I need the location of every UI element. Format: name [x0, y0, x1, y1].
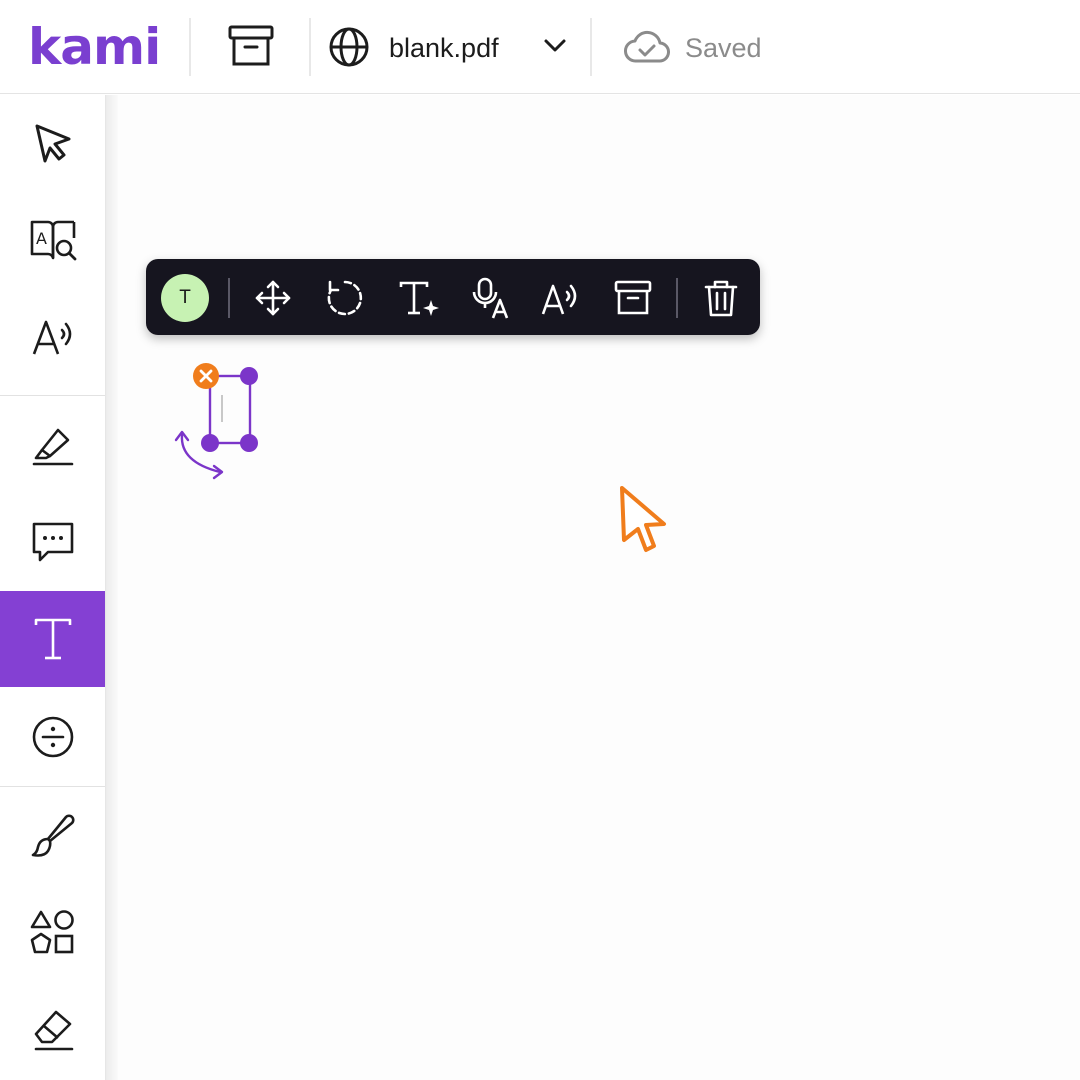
avatar[interactable]: T [161, 274, 209, 322]
avatar-initial: T [179, 287, 191, 308]
chevron-down-icon[interactable] [543, 38, 567, 54]
trash-icon [704, 280, 738, 317]
divider [590, 18, 592, 76]
move-button[interactable] [248, 273, 298, 323]
tool-read-aloud[interactable] [0, 287, 105, 383]
cloud-check-icon [624, 30, 670, 63]
delete-button[interactable] [696, 273, 746, 323]
kami-logo[interactable]: kami [28, 12, 161, 82]
cursor-pointer-icon [620, 486, 666, 552]
read-aloud-button[interactable] [536, 273, 586, 323]
divider [189, 18, 191, 76]
svg-text:A: A [36, 229, 47, 248]
delete-handle[interactable] [193, 363, 219, 389]
archive-button[interactable] [608, 273, 658, 323]
tool-comment[interactable] [0, 493, 105, 589]
divider [309, 18, 311, 76]
tool-equation[interactable] [0, 689, 105, 785]
sidebar-shadow [106, 95, 118, 1080]
book-search-icon: A [30, 220, 76, 261]
text-box-selection[interactable] [170, 360, 270, 490]
divider [0, 395, 105, 396]
divide-icon [32, 716, 73, 758]
resize-handle-top-right[interactable] [240, 367, 258, 385]
highlighter-icon [32, 428, 73, 466]
rotate-icon [327, 280, 363, 316]
top-bar: kami blank.pdf Saved [0, 0, 1080, 94]
tool-eraser[interactable] [0, 981, 105, 1077]
pointer-icon [35, 124, 70, 163]
divider [676, 278, 678, 318]
text-style-icon [399, 281, 439, 316]
divider [228, 278, 230, 318]
voice-typing-button[interactable] [466, 273, 516, 323]
divider [0, 786, 105, 787]
text-style-button[interactable] [394, 273, 444, 323]
tool-drawing[interactable] [0, 788, 105, 884]
document-name[interactable]: blank.pdf [389, 31, 499, 65]
tool-sidebar: A [0, 95, 106, 1080]
archive-icon [614, 280, 652, 315]
move-icon [255, 280, 291, 316]
tool-highlight[interactable] [0, 397, 105, 493]
resize-handle-bottom-left[interactable] [201, 434, 219, 452]
text-to-speech-icon [32, 320, 71, 355]
save-status: Saved [685, 33, 762, 63]
comment-icon [32, 522, 73, 562]
rotate-button[interactable] [320, 273, 370, 323]
resize-handle-bottom-right[interactable] [240, 434, 258, 452]
eraser-icon [34, 1010, 73, 1051]
globe-icon[interactable] [328, 26, 370, 68]
archive-icon[interactable] [227, 24, 275, 68]
brush-icon [31, 814, 75, 857]
tool-shapes[interactable] [0, 885, 105, 981]
document-canvas[interactable] [118, 95, 1080, 1080]
annotation-toolbar [146, 259, 760, 335]
tool-dictionary[interactable]: A [0, 191, 105, 287]
tool-select[interactable] [0, 95, 105, 191]
read-aloud-icon [541, 284, 577, 315]
voice-typing-icon [472, 277, 509, 319]
text-t-icon [34, 618, 71, 660]
shapes-icon [30, 910, 74, 954]
tool-text[interactable] [0, 591, 105, 687]
